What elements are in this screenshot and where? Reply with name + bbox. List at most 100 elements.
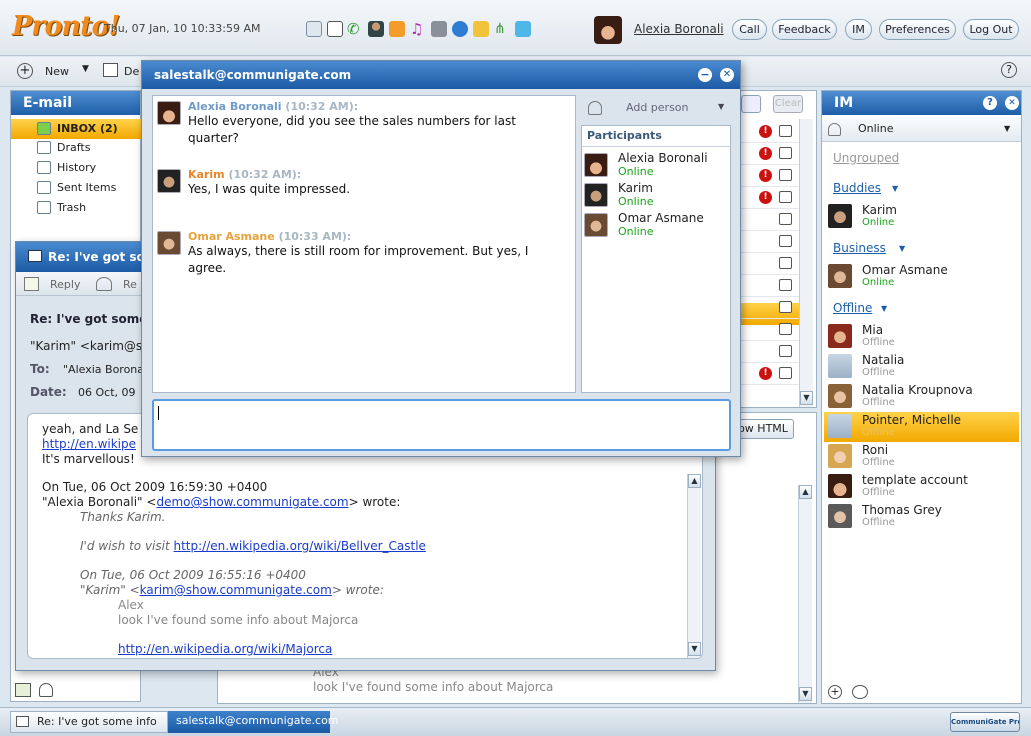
contact-item[interactable]: Mia Offline [826,321,1022,351]
mail-status-icon [779,367,792,379]
new-icon[interactable]: + [17,63,33,79]
contact-item[interactable]: Roni Offline [826,441,1022,471]
user-icon[interactable] [39,683,53,697]
add-folder-icon[interactable] [15,683,31,697]
rss-icon[interactable] [389,21,405,37]
reply-button[interactable]: Reply [50,278,80,291]
scroll-down-button[interactable]: ▼ [688,642,701,656]
folder-history[interactable]: History [33,159,96,177]
to-value: "Alexia Borona [63,363,145,376]
mail-row[interactable] [735,275,799,297]
share-icon[interactable]: ⋔ [494,21,510,37]
chat-message: Karim (10:32 AM): Yes, I was quite impre… [188,167,548,198]
taskbar-tab-message[interactable]: Re: I've got some info [10,711,168,733]
mail-row[interactable]: ! [735,165,799,187]
folder-sent[interactable]: Sent Items [33,179,116,197]
scroll-up-button[interactable]: ▲ [688,474,701,488]
play-icon[interactable] [452,21,468,37]
mail-row[interactable] [735,319,799,341]
minimize-icon[interactable]: − [698,68,712,82]
mail-row[interactable]: ! [735,363,799,385]
clear-button[interactable]: Clear [773,95,803,113]
music-icon[interactable]: ♫ [410,21,426,37]
contact-name: Pointer, Michelle [862,413,962,427]
show-html-button[interactable]: ow HTML [732,419,794,439]
group-ungrouped[interactable]: Ungrouped [833,151,899,165]
phone-icon[interactable]: ✆ [347,21,363,37]
preferences-button[interactable]: Preferences [879,19,956,40]
mail-row[interactable] [735,297,799,319]
twitter-icon[interactable] [515,21,531,37]
help-icon[interactable]: ? [983,96,997,110]
folder-inbox[interactable]: INBOX (2) [33,120,118,138]
contact-omar[interactable]: Omar Asmane Online [826,261,1022,291]
new-button[interactable]: New [45,65,69,78]
search-icon[interactable] [741,95,761,113]
call-button[interactable]: Call [732,19,767,40]
close-icon[interactable]: ✕ [720,68,734,82]
contacts-icon[interactable] [368,21,384,37]
mail-row[interactable] [735,253,799,275]
add-person-button[interactable]: Add person [626,101,689,114]
reply-icon[interactable] [24,277,39,291]
mail-row[interactable]: ! [735,121,799,143]
status-selector[interactable]: Online ▼ [822,118,1021,142]
group-buddies[interactable]: Buddies [833,181,881,195]
folder-icon[interactable] [473,21,489,37]
feedback-button[interactable]: Feedback [772,19,837,40]
add-contact-icon[interactable]: + [828,685,842,699]
contact-item[interactable]: Thomas Grey Offline [826,501,1022,531]
contact-item[interactable]: Pointer, Michelle Offline [826,411,1022,441]
contact-karim[interactable]: Karim Online [826,201,1022,231]
contact-item[interactable]: Natalia Kroupnova Offline [826,381,1022,411]
folder-trash[interactable]: Trash [33,199,86,217]
scroll-up-button[interactable]: ▲ [799,485,812,499]
chevron-down-icon[interactable]: ▼ [892,184,898,193]
chevron-down-icon[interactable]: ▼ [82,64,89,74]
chat-title[interactable]: salestalk@communigate.com [142,61,740,89]
contact-item[interactable]: Natalia Offline [826,351,1022,381]
chat-bubble-icon[interactable] [852,685,868,699]
mail-row[interactable] [735,341,799,363]
scroll-down-button[interactable]: ▼ [799,687,812,701]
logout-button[interactable]: Log Out [963,19,1019,40]
contact-item[interactable]: template account Offline [826,471,1022,501]
chevron-down-icon[interactable]: ▼ [718,102,724,111]
delete-mail-icon[interactable] [103,63,118,77]
im-panel: IM ? ✕ Online ▼ Ungrouped Buddies ▼ Kari… [821,90,1022,704]
im-button[interactable]: IM [845,19,872,40]
reply-all-button[interactable]: Re [123,278,137,291]
mail-row[interactable]: ! [735,187,799,209]
close-icon[interactable]: ✕ [1005,96,1019,110]
contact-name: template account [862,473,968,487]
email-link[interactable]: demo@show.communigate.com [156,495,348,509]
delete-button[interactable]: De [124,65,139,78]
add-person-icon[interactable] [588,101,602,115]
mail-row[interactable] [735,231,799,253]
chevron-down-icon[interactable]: ▼ [899,244,905,253]
body-link[interactable]: http://en.wikipe [42,437,136,451]
mail-icon[interactable] [306,21,322,37]
camera-icon[interactable] [431,21,447,37]
contact-name: Thomas Grey [862,503,942,517]
body-scrollbar[interactable]: ▲ ▼ [687,474,701,658]
quote-link[interactable]: http://en.wikipedia.org/wiki/Bellver_Cas… [174,539,426,553]
chat-input[interactable] [152,399,731,451]
quote-email-link[interactable]: karim@show.communigate.com [140,583,332,597]
mail-list-scrollbar[interactable]: ▼ [799,119,813,407]
preview-scrollbar[interactable]: ▲ ▼ [798,485,812,703]
user-name-link[interactable]: Alexia Boronali [634,22,724,36]
chevron-down-icon[interactable]: ▼ [881,304,887,313]
mail-row[interactable]: ! [735,143,799,165]
group-offline[interactable]: Offline [833,301,872,315]
quote-link[interactable]: http://en.wikipedia.org/wiki/Majorca [118,642,332,656]
folder-drafts[interactable]: Drafts [33,139,90,157]
taskbar-tab-chat[interactable]: salestalk@communigate.com [168,711,339,733]
quote-line: "Karim" < [80,583,140,597]
mail-row[interactable] [735,209,799,231]
help-icon[interactable]: ? [1001,62,1017,78]
group-business[interactable]: Business [833,241,886,255]
scroll-down-button[interactable]: ▼ [800,391,813,405]
reply-all-icon[interactable] [96,277,112,291]
calendar-icon[interactable] [327,21,343,37]
